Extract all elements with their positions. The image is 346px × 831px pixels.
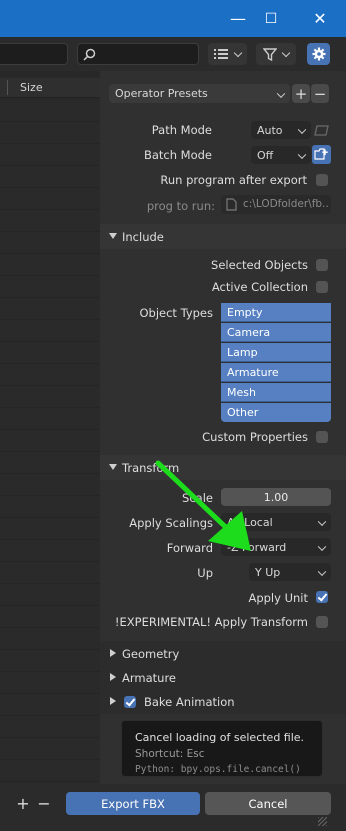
path-mode-value: Auto [257, 123, 283, 137]
close-button[interactable]: ✕ [302, 0, 338, 37]
chevron-down-icon [282, 48, 291, 57]
include-section-header[interactable]: Include [100, 224, 346, 249]
armature-header-label: Armature [122, 670, 176, 685]
collapsed-triangle-icon [110, 697, 116, 705]
geometry-section-header[interactable]: Geometry [100, 641, 346, 666]
operator-presets-dropdown[interactable]: Operator Presets [109, 84, 290, 103]
expand-triangle-icon [109, 464, 117, 470]
path-field[interactable] [0, 43, 68, 65]
path-mode-dropdown[interactable]: Auto [251, 121, 311, 139]
bottom-bar: + − Export FBX Cancel [0, 784, 346, 831]
expand-triangle-icon [109, 233, 117, 239]
run-program-label: Run program after export [160, 173, 307, 187]
object-type-empty[interactable]: Empty [221, 303, 331, 322]
file-icon [226, 198, 237, 211]
up-axis-value: Y Up [255, 565, 281, 579]
add-preset-button[interactable]: + [292, 84, 310, 103]
prog-to-run-label: prog to run: [146, 199, 215, 213]
filter-icon [262, 47, 277, 61]
operator-presets-label: Operator Presets [115, 87, 208, 100]
file-rows[interactable] [0, 100, 100, 784]
filter-dropdown[interactable] [256, 43, 296, 65]
custom-properties-label: Custom Properties [202, 430, 308, 444]
list-view-icon [214, 49, 229, 59]
batch-own-dir-button[interactable] [312, 145, 331, 164]
chevron-down-icon [233, 48, 242, 57]
tooltip-title: Cancel loading of selected file. [135, 731, 305, 744]
tooltip-shortcut: Shortcut: Esc [135, 748, 205, 760]
title-bar: — ☐ ✕ [0, 0, 346, 37]
file-list-header: Size [0, 78, 100, 98]
geometry-header-label: Geometry [122, 646, 180, 661]
search-icon [83, 48, 96, 61]
folder-plus-icon [314, 148, 328, 160]
increment-filename-button[interactable]: + [14, 792, 32, 815]
object-type-other[interactable]: Other [221, 403, 331, 422]
gear-icon [312, 47, 325, 61]
apply-transform-checkbox[interactable] [316, 616, 328, 628]
top-toolbar [0, 37, 346, 71]
resize-grip[interactable] [318, 817, 327, 826]
bake-animation-checkbox[interactable] [124, 696, 136, 708]
selected-objects-checkbox[interactable] [316, 259, 328, 271]
object-types-label: Object Types [139, 306, 213, 320]
minimize-button[interactable]: — [220, 0, 256, 37]
apply-transform-label: !EXPERIMENTAL! Apply Transform [114, 615, 308, 629]
up-label: Up [197, 566, 213, 580]
object-type-lamp[interactable]: Lamp [221, 343, 331, 362]
decrement-filename-button[interactable]: − [35, 792, 53, 815]
search-input[interactable] [77, 43, 199, 65]
prog-to-run-value: c:\LODfolder\fb... [243, 198, 329, 210]
annotation-arrow-icon [155, 460, 251, 551]
embed-textures-icon[interactable] [314, 123, 330, 137]
armature-section-header[interactable]: Armature [100, 665, 346, 690]
batch-mode-dropdown[interactable]: Off [251, 146, 311, 164]
export-options-panel: Operator Presets + − Path Mode Auto Batc… [100, 71, 346, 784]
selected-objects-label: Selected Objects [211, 258, 308, 272]
active-collection-checkbox[interactable] [316, 281, 328, 293]
batch-mode-label: Batch Mode [143, 148, 212, 162]
remove-preset-button[interactable]: − [311, 84, 329, 103]
collapsed-triangle-icon [110, 673, 116, 681]
custom-properties-checkbox[interactable] [316, 431, 328, 443]
up-axis-dropdown[interactable]: Y Up [249, 563, 331, 581]
export-fbx-button[interactable]: Export FBX [66, 792, 200, 815]
tooltip-python: Python: bpy.ops.file.cancel() [135, 764, 301, 775]
cancel-tooltip: Cancel loading of selected file. Shortcu… [121, 720, 323, 777]
object-type-camera[interactable]: Camera [221, 323, 331, 342]
cancel-button[interactable]: Cancel [205, 792, 331, 815]
include-header-label: Include [122, 229, 164, 244]
collapsed-triangle-icon [110, 649, 116, 657]
prog-to-run-field[interactable]: c:\LODfolder\fb... [221, 195, 331, 214]
apply-unit-label: Apply Unit [248, 591, 308, 605]
path-mode-label: Path Mode [151, 123, 212, 137]
size-column-header[interactable]: Size [20, 81, 43, 94]
object-type-armature[interactable]: Armature [221, 363, 331, 382]
maximize-button[interactable]: ☐ [253, 0, 289, 37]
display-mode-dropdown[interactable] [208, 43, 247, 65]
apply-unit-checkbox[interactable] [316, 591, 328, 603]
column-divider[interactable] [7, 80, 8, 95]
bake-animation-section-header[interactable]: Bake Animation [100, 689, 346, 714]
batch-mode-value: Off [257, 148, 274, 162]
bake-animation-label: Bake Animation [144, 694, 235, 709]
object-type-mesh[interactable]: Mesh [221, 383, 331, 402]
settings-button[interactable] [307, 43, 330, 65]
active-collection-label: Active Collection [211, 280, 308, 294]
run-program-checkbox[interactable] [316, 174, 328, 186]
